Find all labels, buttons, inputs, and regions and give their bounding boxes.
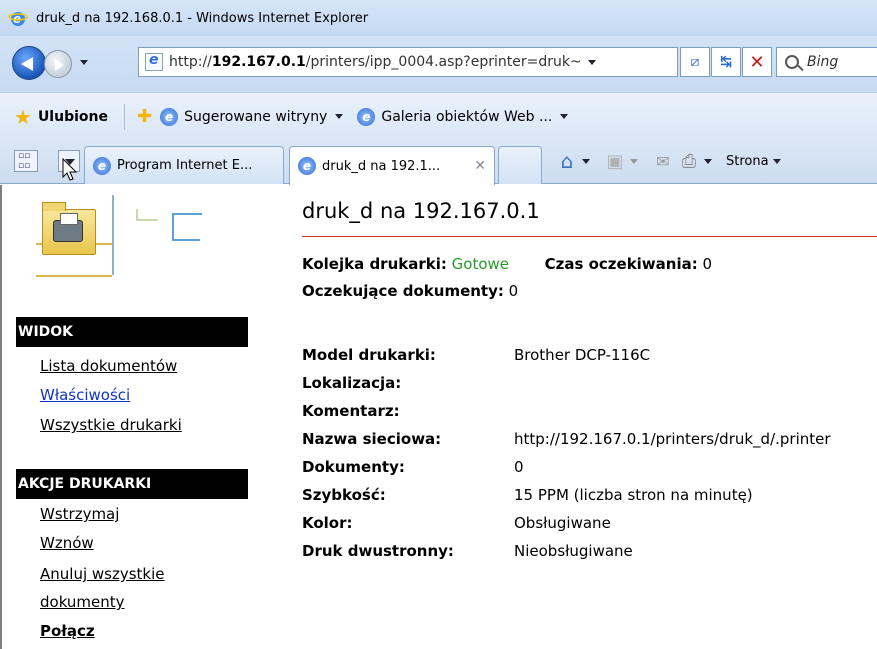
tab-druk-d[interactable]: e druk_d na 192.1... ✕: [289, 146, 495, 185]
refresh-button[interactable]: ↹: [711, 47, 741, 77]
add-to-favorites-icon[interactable]: ✚: [137, 106, 152, 127]
prop-label-model: Model drukarki:: [302, 346, 436, 364]
compatibility-view-button[interactable]: ⧄: [680, 47, 710, 77]
search-icon: [785, 55, 799, 69]
command-bar: ⌂ ▣ ✉ ⎙ Strona: [556, 149, 795, 173]
wait-time-value: 0: [702, 255, 713, 273]
wait-time-label: Czas oczekiwania:: [544, 255, 698, 273]
chevron-down-icon[interactable]: [630, 158, 638, 164]
favorites-button[interactable]: Ulubione: [38, 109, 108, 125]
favorites-bar: ★ Ulubione ✚ e Sugerowane witryny e Gale…: [0, 92, 877, 140]
prop-value-speed: 15 PPM (liczba stron na minutę): [514, 486, 753, 504]
queue-label: Kolejka drukarki:: [302, 255, 447, 273]
prop-label-network-name: Nazwa sieciowa:: [302, 430, 442, 448]
ie-tab-icon: e: [298, 157, 316, 175]
queue-status-value: Gotowe: [451, 255, 510, 273]
address-toolbar: http://192.167.0.1/printers/ipp_0004.asp…: [0, 36, 877, 92]
back-button[interactable]: [12, 46, 46, 80]
pending-documents-value: 0: [508, 282, 519, 300]
connect-link[interactable]: Połącz: [40, 622, 95, 640]
quick-tabs-icon[interactable]: [14, 150, 38, 172]
mail-icon[interactable]: ✉: [652, 150, 674, 172]
prop-value-network-name: http://192.167.0.1/printers/druk_d/.prin…: [514, 430, 831, 448]
prop-label-location: Lokalizacja:: [302, 374, 402, 392]
prop-label-duplex: Druk dwustronny:: [302, 542, 454, 560]
page-icon: [145, 52, 163, 71]
printer-details: druk_d na 192.167.0.1 Kolejka drukarki: …: [302, 185, 877, 649]
favorites-separator: [123, 103, 125, 130]
tab-bar: e Program Internet E... e druk_d na 192.…: [0, 140, 877, 185]
mouse-cursor-icon: [62, 158, 78, 181]
address-input[interactable]: http://192.167.0.1/printers/ipp_0004.asp…: [138, 47, 678, 77]
prop-value-color: Obsługiwane: [514, 514, 611, 532]
suggested-sites-link[interactable]: Sugerowane witryny: [184, 109, 327, 125]
prop-label-speed: Szybkość:: [302, 486, 386, 504]
resume-link[interactable]: Wznów: [40, 534, 94, 552]
cancel-all-documents-link-line2[interactable]: dokumenty: [40, 593, 125, 611]
chevron-down-icon[interactable]: [560, 114, 569, 119]
pause-link[interactable]: Wstrzymaj: [40, 505, 119, 523]
window-title: druk_d na 192.168.0.1 - Windows Internet…: [36, 10, 369, 26]
ie-page-icon: e: [357, 107, 376, 126]
pending-documents-line: Oczekujące dokumenty: 0: [302, 282, 518, 300]
properties-link[interactable]: Właściwości: [40, 386, 130, 404]
ie-page-icon: e: [160, 107, 179, 126]
close-tab-icon[interactable]: ✕: [474, 158, 486, 174]
queue-status-line: Kolejka drukarki: Gotowe Czas oczekiwani…: [302, 255, 712, 273]
search-input[interactable]: Bing: [776, 47, 877, 77]
chevron-down-icon[interactable]: [582, 158, 590, 164]
tab-label: druk_d na 192.1...: [322, 158, 441, 174]
forward-button[interactable]: [44, 50, 72, 78]
prop-value-duplex: Nieobsługiwane: [514, 542, 633, 560]
stop-button[interactable]: ✕: [742, 47, 772, 77]
printer-folder-logo: [26, 195, 216, 285]
feeds-icon[interactable]: ▣: [604, 150, 626, 172]
recent-pages-dropdown-icon[interactable]: [80, 60, 88, 65]
prop-label-comment: Komentarz:: [302, 402, 400, 420]
view-section-header: WIDOK: [16, 317, 248, 347]
chevron-down-icon[interactable]: [704, 158, 712, 164]
prop-value-model: Brother DCP-116C: [514, 346, 651, 364]
new-tab-button[interactable]: [498, 146, 542, 184]
prop-label-color: Kolor:: [302, 514, 353, 532]
page-menu-button[interactable]: Strona: [726, 154, 769, 169]
search-placeholder: Bing: [807, 54, 839, 70]
tab-label: Program Internet E...: [117, 158, 253, 173]
address-url: http://192.167.0.1/printers/ipp_0004.asp…: [169, 54, 582, 70]
address-dropdown-icon[interactable]: [587, 59, 596, 65]
chevron-down-icon[interactable]: [772, 158, 781, 164]
tab-internet-explorer[interactable]: e Program Internet E...: [84, 146, 284, 184]
page-title: druk_d na 192.167.0.1: [302, 199, 540, 223]
favorites-star-icon[interactable]: ★: [14, 105, 32, 129]
web-slice-gallery-link[interactable]: Galeria obiektów Web ...: [381, 109, 552, 125]
prop-value-documents: 0: [514, 458, 524, 476]
pending-documents-label: Oczekujące dokumenty:: [302, 282, 504, 300]
page-content: WIDOK Lista dokumentów Właściwości Wszys…: [0, 185, 877, 649]
print-icon[interactable]: ⎙: [678, 150, 700, 172]
cancel-all-documents-link[interactable]: Anuluj wszystkie: [40, 565, 165, 583]
sidebar: WIDOK Lista dokumentów Właściwości Wszys…: [16, 185, 248, 649]
title-divider: [302, 236, 877, 237]
window-titlebar: e druk_d na 192.168.0.1 - Windows Intern…: [0, 0, 877, 36]
chevron-down-icon[interactable]: [335, 114, 344, 119]
documents-list-link[interactable]: Lista dokumentów: [40, 357, 177, 375]
home-icon[interactable]: ⌂: [556, 149, 578, 173]
printer-actions-header: AKCJE DRUKARKI: [16, 469, 248, 499]
ie-tab-icon: e: [93, 156, 111, 175]
all-printers-link[interactable]: Wszystkie drukarki: [40, 416, 182, 434]
internet-explorer-icon: e: [8, 12, 28, 26]
prop-label-documents: Dokumenty:: [302, 458, 405, 476]
